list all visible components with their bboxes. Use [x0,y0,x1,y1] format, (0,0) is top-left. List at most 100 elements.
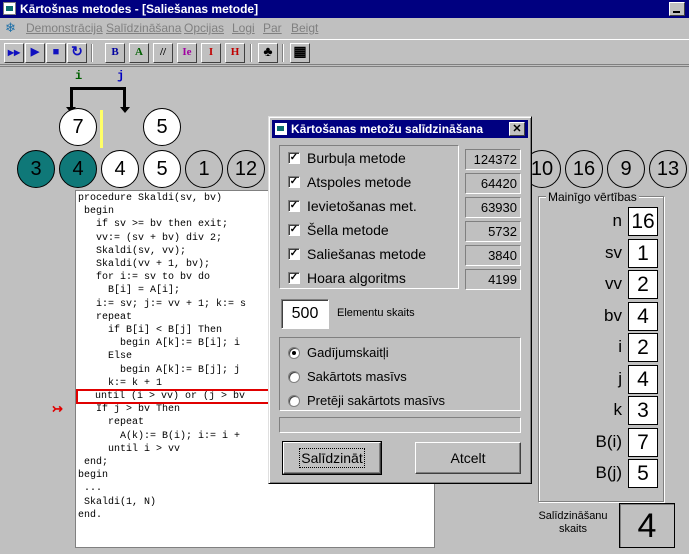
toolbar-separator [250,44,252,62]
menu-salidzinasana[interactable]: Salīdzināšana [106,21,181,35]
method-label: Hoara algoritms [307,270,406,286]
menu-logi[interactable]: Logi [232,21,255,35]
window-titlebar: Kārtošnas metodes - [Saliešanas metode] [0,0,689,18]
temp-circle: 5 [143,108,181,146]
refresh-button[interactable]: ↻ [67,43,87,63]
method-result: 5732 [465,221,521,242]
element-count-input[interactable]: 500 [281,299,329,329]
method-label: Atspoles metode [307,174,412,190]
pointer-bracket [66,87,130,113]
cancel-button[interactable]: Atcelt [415,442,521,474]
code-line: end. [78,509,103,521]
method-result: 124372 [465,149,521,170]
compare-button-label: Salīdzināt [299,448,365,468]
step-forward-button[interactable]: ▶▶ [4,43,24,63]
dialog-icon [275,123,287,135]
play-button[interactable]: ▶ [25,43,45,63]
comparisons-value: 4 [619,503,675,548]
methods-group [279,145,459,289]
variable-value: 3 [628,396,658,425]
method-result: 64420 [465,173,521,194]
toolbar-separator [282,44,284,62]
insertion-sort-button[interactable]: Ie [177,43,197,63]
current-line-arrow-icon: ↣ [52,401,63,416]
progress-bar [279,417,521,433]
array-type-radio[interactable] [288,347,300,359]
variable-name: B(i) [595,431,622,451]
code-line: ... [78,483,103,495]
compare-button[interactable]: Salīdzināt [282,441,382,475]
bubble-sort-button[interactable]: B [105,43,125,63]
toolbar-separator [91,44,93,62]
method-checkbox[interactable]: ✓ [288,200,300,212]
method-result: 4199 [465,269,521,290]
method-checkbox[interactable]: ✓ [288,272,300,284]
array-circle: 1 [185,150,223,188]
compare-dialog: Kārtošanas metožu salīdzināšana ✕ ✓ Burbu… [268,116,532,484]
code-line: Skaldi(1, N) [78,496,157,508]
method-result: 63930 [465,197,521,218]
merge-sort-button[interactable]: I [201,43,221,63]
array-circle: 13 [649,150,687,188]
array-circle: 4 [59,150,97,188]
person-icon[interactable]: ♣ [258,43,278,63]
variable-name: i [618,337,622,356]
method-checkbox[interactable]: ✓ [288,176,300,188]
array-type-label: Gadījumskaitļi [307,345,389,360]
method-label: Šella metode [307,222,389,238]
menu-beigt[interactable]: Beigt [291,21,318,35]
temp-circle: 7 [59,108,97,146]
method-label: Saliešanas metode [307,246,427,262]
calculator-icon[interactable]: ▦ [290,43,310,63]
variable-value: 16 [628,207,658,236]
variable-name: k [613,400,623,419]
array-circle: 9 [607,150,645,188]
variable-name: bv [604,305,622,325]
quick-sort-button[interactable]: H [225,43,245,63]
array-circle: 12 [227,150,265,188]
array-circle: 4 [101,150,139,188]
menu-par[interactable]: Par [263,21,282,35]
window-title: Kārtošnas metodes - [Saliešanas metode] [20,2,259,16]
variable-value: 7 [628,427,658,457]
pointer-i-label: i [75,69,83,83]
variable-name: sv [605,242,622,262]
variables-title: Mainīgo vērtības [546,190,639,204]
method-checkbox[interactable]: ✓ [288,248,300,260]
comparisons-label: Salīdzināšanu skaits [538,510,608,535]
array-circle: 16 [565,150,603,188]
shell-sort-button[interactable]: // [153,43,173,63]
method-checkbox[interactable]: ✓ [288,152,300,164]
array-type-label: Sakārtots masīvs [307,369,407,384]
variable-name: j [618,368,622,388]
dialog-titlebar: Kārtošanas metožu salīdzināšana ✕ [272,120,528,138]
variable-name: n [612,211,622,230]
method-result: 3840 [465,245,521,266]
array-type-radio[interactable] [288,371,300,383]
menu-demonstracija[interactable]: Demonstrācija [26,21,103,35]
variable-value: 2 [628,333,658,362]
menu-opcijas[interactable]: Opcijas [184,21,224,35]
variable-value: 1 [628,238,658,268]
method-label: Burbuļa metode [307,150,406,166]
snowflake-icon[interactable]: ❄ [5,21,16,35]
shaker-sort-button[interactable]: A [129,43,149,63]
element-count-label: Elementu skaits [337,307,415,319]
array-type-label: Pretēji sakārtots masīvs [307,393,445,408]
variable-name: vv [605,274,622,293]
minimize-button[interactable] [669,2,685,16]
method-label: Ievietošanas met. [307,198,417,214]
dialog-title: Kārtošanas metožu salīdzināšana [291,122,484,136]
array-circle: 5 [143,150,181,188]
array-circle: 3 [17,150,55,188]
dialog-close-button[interactable]: ✕ [509,122,525,136]
variable-name: B(j) [595,463,622,482]
variable-value: 5 [628,459,658,488]
variable-value: 4 [628,301,658,331]
variable-value: 2 [628,270,658,299]
app-icon [3,2,16,15]
array-type-radio[interactable] [288,395,300,407]
method-checkbox[interactable]: ✓ [288,224,300,236]
stop-button[interactable]: ■ [46,43,66,63]
variable-value: 4 [628,364,658,394]
